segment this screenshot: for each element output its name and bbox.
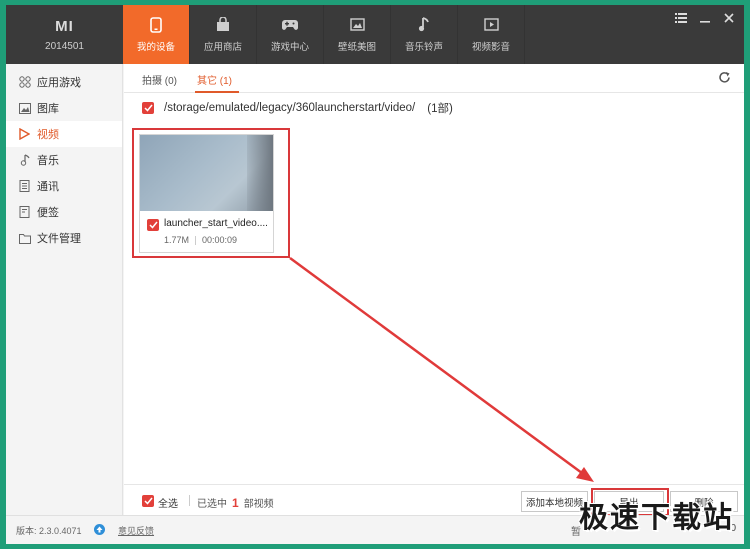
select-all-label[interactable]: 全选 bbox=[158, 495, 178, 510]
add-local-video-button[interactable]: 添加本地视频 bbox=[521, 491, 588, 512]
update-arrow-icon[interactable] bbox=[94, 524, 105, 535]
refresh-icon[interactable] bbox=[718, 71, 732, 85]
menu-icon[interactable] bbox=[674, 11, 688, 25]
mi-logo: MI bbox=[55, 17, 74, 35]
phone-icon bbox=[148, 16, 164, 33]
selection-status: 已选中 1 部视频 bbox=[197, 495, 274, 511]
video-play-icon bbox=[483, 17, 499, 33]
folder-path: /storage/emulated/legacy/360launcherstar… bbox=[164, 102, 416, 114]
sidebar-item-gallery[interactable]: 图库 bbox=[6, 95, 122, 121]
nav-tab-my-device[interactable]: 我的设备 bbox=[123, 5, 190, 64]
image-icon bbox=[18, 102, 31, 115]
sidebar-item-notes[interactable]: 便签 bbox=[6, 199, 122, 225]
main-panel: 拍摄 (0) 其它 (1) /storage/emulated/legacy/3… bbox=[124, 64, 744, 516]
nav-tab-wallpaper[interactable]: 壁纸美图 bbox=[324, 5, 391, 64]
window-controls bbox=[674, 11, 736, 25]
video-tabs: 拍摄 (0) 其它 (1) bbox=[124, 64, 744, 93]
music-note-icon bbox=[416, 17, 432, 33]
video-size: 1.77M bbox=[164, 235, 190, 245]
play-icon bbox=[18, 128, 31, 141]
video-duration: 00:00:09 bbox=[202, 235, 238, 245]
header: MI 2014501 我的设备 应用商店 游戏中心 壁纸美图 音乐铃声 视频影音 bbox=[6, 5, 744, 64]
note-icon bbox=[18, 206, 31, 219]
close-icon[interactable] bbox=[722, 11, 736, 25]
sidebar: 应用游戏 图库 视频 音乐 通讯 便签 文件管理 bbox=[6, 64, 123, 515]
top-nav: 我的设备 应用商店 游戏中心 壁纸美图 音乐铃声 视频影音 bbox=[123, 5, 525, 64]
selected-count: 1 bbox=[232, 495, 239, 510]
video-card[interactable]: launcher_start_video.... 1.77M 00:00:09 bbox=[139, 134, 274, 253]
video-meta: 1.77M 00:00:09 bbox=[164, 235, 238, 246]
app-window: MI 2014501 我的设备 应用商店 游戏中心 壁纸美图 音乐铃声 视频影音… bbox=[6, 5, 744, 544]
nav-tab-video[interactable]: 视频影音 bbox=[458, 5, 525, 64]
version-label: 版本: 2.3.0.4071 bbox=[16, 526, 82, 536]
folder-icon bbox=[18, 232, 31, 245]
contacts-icon bbox=[18, 180, 31, 193]
sidebar-item-apps[interactable]: 应用游戏 bbox=[6, 69, 122, 95]
picture-icon bbox=[349, 17, 365, 33]
sidebar-item-video[interactable]: 视频 bbox=[6, 121, 122, 147]
sidebar-item-files[interactable]: 文件管理 bbox=[6, 225, 122, 251]
music-icon bbox=[18, 154, 31, 167]
gamepad-icon bbox=[282, 17, 298, 33]
tab-others[interactable]: 其它 (1) bbox=[197, 72, 232, 87]
device-id: 2014501 bbox=[45, 40, 84, 52]
device-info[interactable]: MI 2014501 bbox=[6, 5, 123, 64]
feedback-link[interactable]: 意见反馈 bbox=[118, 524, 154, 537]
video-checkbox[interactable] bbox=[147, 219, 159, 231]
minimize-icon[interactable] bbox=[698, 11, 712, 25]
select-all-checkbox[interactable] bbox=[142, 495, 154, 507]
video-name: launcher_start_video.... bbox=[164, 218, 268, 229]
folder-path-row: /storage/emulated/legacy/360launcherstar… bbox=[142, 100, 453, 116]
active-tab-underline bbox=[195, 91, 239, 93]
nav-tab-game-center[interactable]: 游戏中心 bbox=[257, 5, 324, 64]
nav-tab-music[interactable]: 音乐铃声 bbox=[391, 5, 458, 64]
shopping-bag-icon bbox=[215, 17, 231, 33]
folder-video-count: (1部) bbox=[427, 103, 453, 115]
site-watermark: 极速下载站 bbox=[578, 500, 734, 534]
tab-captured[interactable]: 拍摄 (0) bbox=[142, 72, 177, 87]
video-thumbnail[interactable] bbox=[140, 135, 273, 211]
nav-tab-app-store[interactable]: 应用商店 bbox=[190, 5, 257, 64]
apps-icon bbox=[18, 76, 31, 89]
sidebar-item-music[interactable]: 音乐 bbox=[6, 147, 122, 173]
folder-checkbox[interactable] bbox=[142, 102, 154, 114]
sidebar-item-contacts[interactable]: 通讯 bbox=[6, 173, 122, 199]
